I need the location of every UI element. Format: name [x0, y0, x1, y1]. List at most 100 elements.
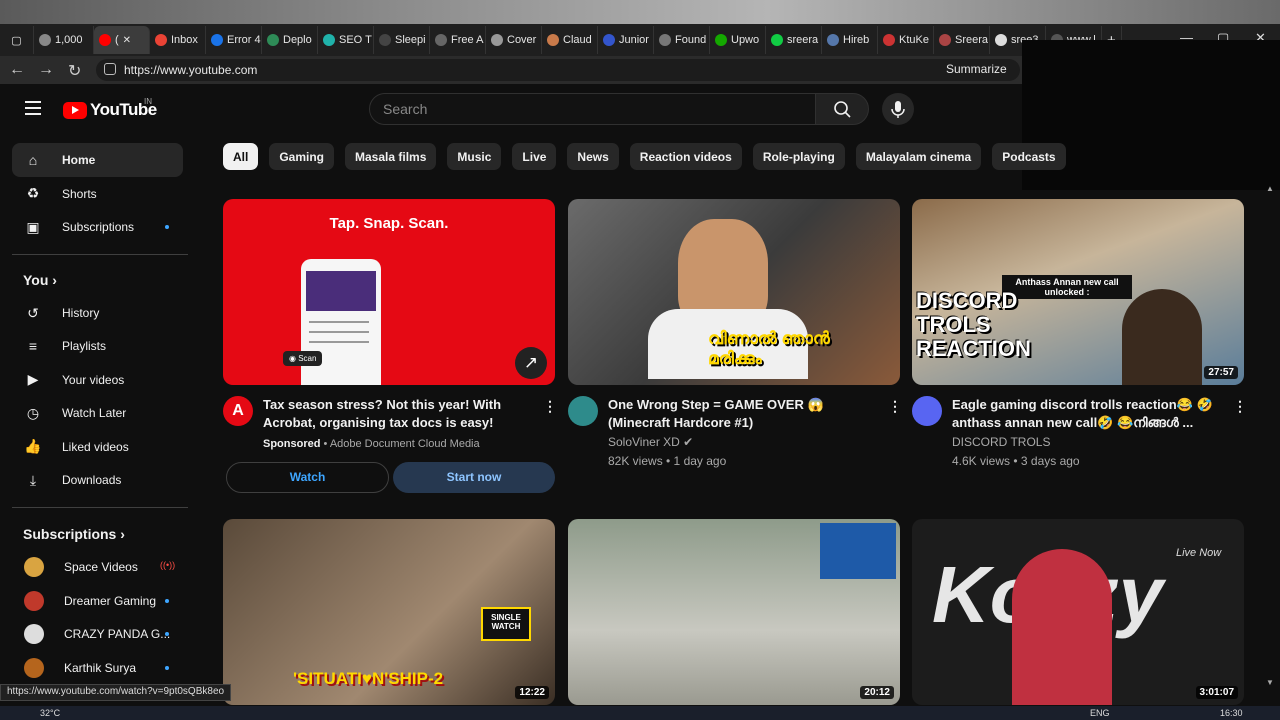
filter-chip[interactable]: News — [567, 143, 619, 170]
browser-tab[interactable]: 1,000 — [34, 26, 94, 54]
tab-favicon-icon — [99, 34, 111, 46]
video-thumbnail[interactable]: Live Now Kozzy 3:01:07 — [912, 519, 1244, 705]
channel-avatar — [24, 557, 44, 577]
sidebar-item[interactable]: CRAZY PANDA G... — [12, 617, 183, 651]
sidebar-item[interactable]: ▶ Your videos — [12, 363, 183, 397]
search-button[interactable] — [815, 93, 869, 125]
discord-icon[interactable] — [912, 396, 942, 426]
filter-chip[interactable]: Reaction videos — [629, 143, 742, 170]
adobe-acrobat-icon[interactable]: A — [223, 396, 253, 426]
site-info-icon[interactable] — [104, 63, 116, 75]
scan-badge: ◉ Scan — [283, 351, 323, 366]
video-thumbnail[interactable]: വിണാൽ ഞാൻ മരിക്കും — [568, 199, 900, 385]
channel-avatar[interactable] — [568, 396, 598, 426]
you-heading[interactable]: You › — [23, 272, 57, 288]
voice-search-button[interactable] — [882, 93, 914, 125]
sidebar-item-label: Liked videos — [62, 439, 129, 454]
weather-temp[interactable]: 32°C — [40, 708, 60, 718]
ad-title[interactable]: Tax season stress? Not this year! With A… — [263, 396, 533, 432]
video-meta: 4.6K views • 3 days ago — [952, 454, 1080, 468]
tab-actions-icon[interactable]: ▢ — [0, 26, 34, 54]
sidebar-item[interactable]: ⌂ Home — [12, 143, 183, 177]
history-icon: ↺ — [27, 304, 39, 321]
forward-icon[interactable]: → — [38, 61, 54, 79]
browser-tab[interactable]: Found — [654, 26, 710, 54]
channel-name[interactable]: SoloViner XD ✔ — [608, 433, 693, 451]
browser-tab[interactable]: Upwo — [710, 26, 766, 54]
filter-chip[interactable]: Gaming — [269, 143, 335, 170]
video-more-icon[interactable]: ⋮ — [888, 398, 902, 415]
sidebar-item-label: Watch Later — [62, 406, 127, 421]
tab-favicon-icon — [603, 34, 615, 46]
thumb-text: 'SITUATI♥N'SHIP-2 — [293, 669, 444, 688]
video-thumbnail[interactable]: SINGLE WATCH 'SITUATI♥N'SHIP-2 12:22 — [223, 519, 555, 705]
video-more-icon[interactable]: ⋮ — [1233, 398, 1247, 415]
sidebar: ⌂ Home ♻ Shorts ▣ Subscriptions You › ↺ History ≡… — [0, 140, 200, 700]
liked-icon: 👍 — [24, 438, 42, 455]
sidebar-item-label: Karthik Surya — [64, 660, 137, 675]
video-thumbnail[interactable]: 20:12 — [568, 519, 900, 705]
browser-tab[interactable]: Error 4 — [206, 26, 262, 54]
guide-menu-icon[interactable] — [25, 101, 41, 115]
filter-chip[interactable]: Podcasts — [992, 143, 1066, 170]
browser-tab[interactable]: Sreera — [934, 26, 990, 54]
sidebar-item[interactable]: ♻ Shorts — [12, 177, 183, 211]
ad-thumbnail[interactable]: Tap. Snap. Scan. ◉ Scan ↗ — [223, 199, 555, 385]
scroll-up-icon[interactable]: ▲ — [1266, 184, 1274, 193]
live-now-label: Live Now — [1176, 547, 1222, 559]
video-title[interactable]: Eagle gaming discord trolls reaction😂 🤣 … — [952, 396, 1222, 432]
language-indicator[interactable]: ENG — [1090, 708, 1110, 718]
clock[interactable]: 16:30 — [1220, 708, 1243, 718]
browser-tab[interactable]: Hireb — [822, 26, 878, 54]
sidebar-item[interactable]: 👍 Liked videos — [12, 430, 183, 464]
advertiser-name[interactable]: Adobe Document Cloud Media — [330, 438, 480, 450]
browser-tab[interactable]: Deplo — [262, 26, 318, 54]
channel-name-text[interactable]: SoloViner XD — [608, 435, 680, 449]
close-tab-icon[interactable]: ✕ — [123, 35, 131, 46]
streamer-image — [1012, 549, 1112, 705]
browser-tab[interactable]: Free A — [430, 26, 486, 54]
filter-chip[interactable]: Live — [512, 143, 557, 170]
external-link-icon[interactable]: ↗ — [515, 347, 547, 379]
new-content-dot — [165, 598, 169, 603]
filter-chip[interactable]: Music — [447, 143, 502, 170]
back-icon[interactable]: ← — [9, 61, 25, 79]
sidebar-item[interactable]: ▣ Subscriptions — [12, 210, 183, 244]
receipt-line — [309, 321, 369, 323]
browser-tab[interactable]: Claud — [542, 26, 598, 54]
scroll-down-icon[interactable]: ▼ — [1266, 678, 1274, 687]
sidebar-item[interactable]: ↺ History — [12, 296, 183, 330]
browser-tab[interactable]: (✕ — [94, 26, 150, 54]
watch-button[interactable]: Watch — [226, 462, 389, 493]
filter-chip[interactable]: Masala films — [345, 143, 437, 170]
search-input[interactable]: Search — [369, 93, 816, 125]
start-now-button[interactable]: Start now — [393, 462, 555, 493]
sidebar-item[interactable]: Space Videos ((•)) — [12, 550, 183, 584]
browser-tab[interactable]: Junior — [598, 26, 654, 54]
filter-chip[interactable]: Role-playing — [752, 143, 845, 170]
filter-chip[interactable]: All — [223, 143, 259, 170]
sidebar-item[interactable]: ⤓ Downloads — [12, 463, 183, 497]
sidebar-item[interactable]: Karthik Surya — [12, 651, 183, 685]
scrollbar[interactable]: ▲ ▼ — [1266, 184, 1274, 694]
youtube-logo[interactable]: YouTube IN — [63, 97, 157, 120]
sidebar-item[interactable]: Dreamer Gaming — [12, 584, 183, 618]
summarize-button[interactable]: Summarize — [946, 62, 1007, 76]
filter-chip[interactable]: Malayalam cinema — [855, 143, 982, 170]
subscriptions-heading[interactable]: Subscriptions › — [23, 526, 125, 542]
browser-tab[interactable]: KtuKe — [878, 26, 934, 54]
browser-tab[interactable]: Cover — [486, 26, 542, 54]
browser-tab[interactable]: sreera — [766, 26, 822, 54]
video-title[interactable]: One Wrong Step = GAME OVER 😱 (Minecraft … — [608, 396, 878, 432]
browser-tab[interactable]: Sleepi — [374, 26, 430, 54]
channel-name[interactable]: DISCORD TROLS — [952, 433, 1050, 451]
video-thumbnail[interactable]: Anthass Annan new call unlocked : DISCOR… — [912, 199, 1244, 385]
url-field[interactable]: https://www.youtube.com — [96, 59, 1020, 81]
reload-icon[interactable]: ↻ — [68, 61, 81, 81]
browser-tab[interactable]: SEO T — [318, 26, 374, 54]
sidebar-item[interactable]: ◷ Watch Later — [12, 396, 183, 430]
ad-more-icon[interactable]: ⋮ — [543, 398, 557, 415]
browser-tab[interactable]: Inbox — [150, 26, 206, 54]
sidebar-item[interactable]: ≡ Playlists — [12, 329, 183, 363]
country-code: IN — [144, 97, 152, 106]
